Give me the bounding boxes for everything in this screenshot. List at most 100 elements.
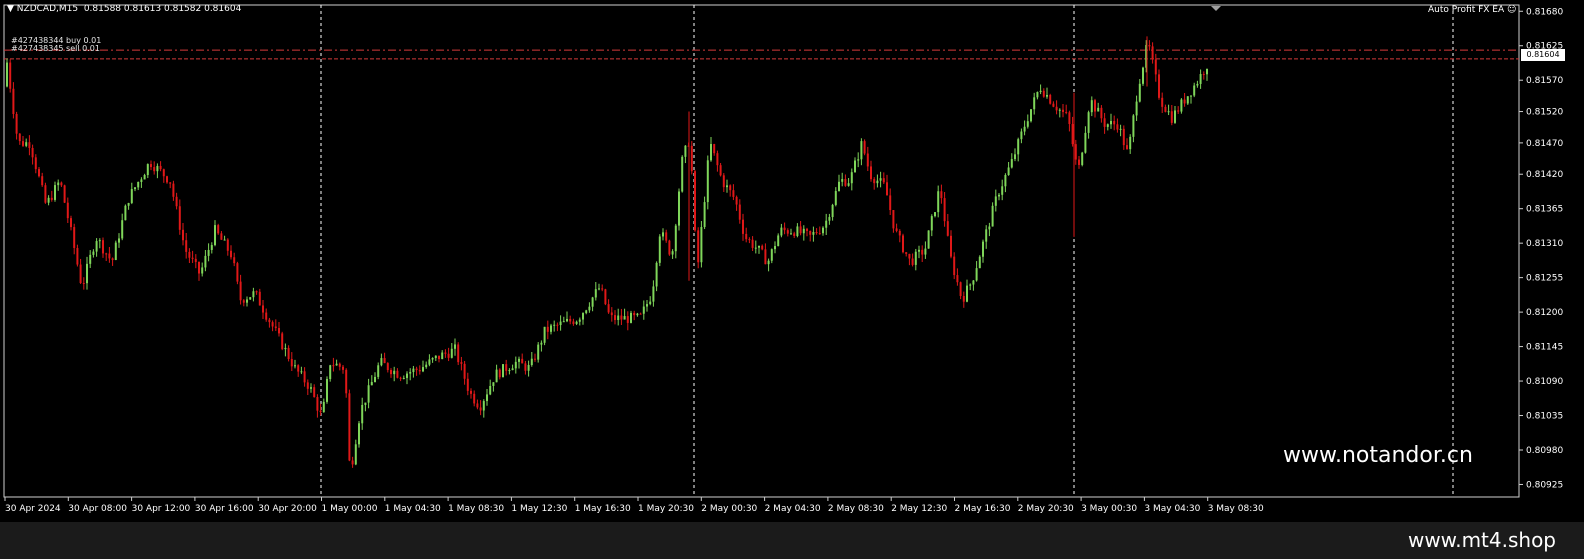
bull-candle <box>850 172 853 184</box>
bull-candle <box>988 226 991 230</box>
x-tick-label: 1 May 16:30 <box>575 504 631 514</box>
bear-candle <box>1068 112 1071 125</box>
bull-candle <box>422 367 424 372</box>
bull-candle <box>127 202 130 206</box>
bull-candle <box>918 249 920 252</box>
bull-candle <box>1023 126 1026 132</box>
bull-candle <box>822 227 824 234</box>
bull-candle <box>137 181 140 188</box>
bull-candle <box>450 348 453 358</box>
x-tick-label: 2 May 04:30 <box>765 504 821 514</box>
bull-candle <box>428 359 431 365</box>
bear-candle <box>82 282 85 284</box>
bull-candle <box>121 220 124 239</box>
bull-candle <box>86 263 88 284</box>
bull-candle <box>636 313 639 316</box>
bear-candle <box>175 196 178 207</box>
bear-candle <box>889 195 892 211</box>
close-price: 0.81604 <box>204 4 242 14</box>
bear-candle <box>258 291 261 306</box>
bull-candle <box>642 306 645 314</box>
bull-candle <box>982 241 984 257</box>
bear-candle <box>556 324 559 326</box>
bear-candle <box>9 62 12 89</box>
bull-candle <box>380 358 383 366</box>
bear-candle <box>194 258 197 262</box>
bull-candle <box>1132 115 1135 137</box>
bull-candle <box>623 316 626 320</box>
bear-candle <box>166 176 168 183</box>
bull-candle <box>1046 94 1048 97</box>
bull-candle <box>991 205 994 227</box>
bull-candle <box>1030 109 1032 122</box>
bull-candle <box>25 142 28 146</box>
bear-candle <box>1116 124 1119 130</box>
bear-candle <box>1183 99 1186 104</box>
bull-candle <box>214 225 216 246</box>
bear-candle <box>668 240 671 255</box>
bear-candle <box>172 183 175 197</box>
bear-candle <box>1078 159 1080 165</box>
bull-candle <box>841 179 844 182</box>
bull-candle <box>594 289 597 298</box>
bull-candle <box>486 394 488 402</box>
bear-candle <box>383 358 386 364</box>
bull-candle <box>1196 83 1199 86</box>
bear-candle <box>342 366 344 370</box>
bear-candle <box>1062 109 1064 112</box>
bear-candle <box>1177 110 1180 112</box>
bear-candle <box>457 344 460 363</box>
bear-candle <box>1170 111 1173 123</box>
bull-candle <box>57 182 60 186</box>
symbol-dropdown-icon[interactable]: ▼ <box>7 4 14 14</box>
bear-candle <box>1161 97 1164 107</box>
bull-candle <box>1138 83 1141 102</box>
bull-candle <box>1190 95 1192 97</box>
expert-advisor-label[interactable]: Auto Profit FX EA ☺ <box>1428 5 1516 15</box>
bear-candle <box>287 347 290 360</box>
bull-candle <box>540 342 543 345</box>
bull-candle <box>207 249 210 256</box>
bear-candle <box>898 230 901 236</box>
bear-candle <box>534 358 536 360</box>
bull-candle <box>671 251 674 255</box>
bull-candle <box>95 241 98 252</box>
bull-candle <box>310 387 312 389</box>
y-tick-label: 0.81310 <box>1526 239 1563 249</box>
order-sell-label[interactable]: #427438345 sell 0.01 <box>11 44 100 53</box>
x-tick-label: 30 Apr 12:00 <box>132 504 191 514</box>
bear-candle <box>38 169 40 177</box>
bear-candle <box>870 166 872 180</box>
bull-candle <box>434 355 437 359</box>
bull-candle <box>1129 136 1132 150</box>
bear-candle <box>694 171 696 231</box>
bull-candle <box>210 245 213 250</box>
chart-window[interactable]: 0.81680 0.81625 0.81570 0.81520 0.81470 0.814… <box>0 0 1584 522</box>
bull-candle <box>204 255 207 268</box>
bear-candle <box>73 227 76 248</box>
bear-candle <box>396 370 399 378</box>
bull-candle <box>249 297 252 300</box>
bull-candle <box>770 249 773 261</box>
bear-candle <box>191 257 194 259</box>
bear-candle <box>742 219 744 234</box>
bull-candle <box>1001 186 1004 195</box>
bear-candle <box>226 239 229 251</box>
bull-candle <box>706 160 709 203</box>
bull-candle <box>329 365 332 380</box>
bull-candle <box>927 230 930 249</box>
x-tick-label: 1 May 04:30 <box>385 504 441 514</box>
bull-candle <box>543 326 546 343</box>
bear-candle <box>438 355 440 360</box>
bear-candle <box>102 240 104 254</box>
bull-candle <box>361 404 364 424</box>
bear-candle <box>799 226 802 234</box>
bear-candle <box>351 460 354 465</box>
bear-candle <box>745 233 748 240</box>
bear-candle <box>764 249 767 265</box>
x-tick-label: 30 Apr 16:00 <box>195 504 254 514</box>
bear-candle <box>169 182 172 184</box>
bear-candle <box>162 169 165 177</box>
bear-candle <box>178 206 181 230</box>
bull-candle <box>146 164 149 176</box>
